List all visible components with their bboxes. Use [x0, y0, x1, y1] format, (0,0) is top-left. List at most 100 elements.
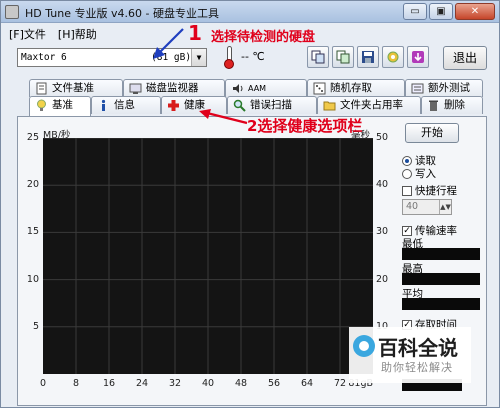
title-bar: HD Tune 专业版 v4.60 - 硬盘专业工具 ▭ ▣ ✕ — [1, 1, 499, 23]
baike-logo-icon — [353, 335, 375, 357]
y-tick-right: 20 — [376, 273, 389, 285]
tab-random-access[interactable]: 随机存取 — [307, 79, 405, 97]
menu-bar: [F]文件 [H]帮助 — [9, 26, 97, 42]
info-icon — [101, 99, 106, 111]
start-button[interactable]: 开始 — [405, 123, 459, 143]
options-icon — [387, 51, 399, 63]
y-tick-left: 20 — [26, 179, 39, 191]
watermark-title: 百科全说 — [378, 336, 458, 360]
x-tick: 32 — [168, 378, 182, 389]
trash-icon — [429, 100, 438, 111]
tab-label: 基准 — [52, 99, 73, 111]
radio-dot[interactable] — [402, 168, 412, 179]
short-stroke-checkbox[interactable]: 快捷行程 — [402, 183, 457, 198]
write-label: 写入 — [415, 168, 436, 180]
arrow-to-drive-icon — [153, 28, 184, 59]
max-value-box — [402, 273, 480, 285]
disk-monitor-icon — [129, 83, 142, 94]
temperature-readout: -- ℃ — [241, 50, 265, 63]
tab-extra-tests[interactable]: 额外测试 — [405, 79, 483, 97]
x-tick: 64 — [300, 378, 314, 389]
drive-name: Maxtor 6 — [21, 52, 67, 63]
tab-aam[interactable]: AAM — [225, 79, 307, 97]
random-access-icon — [313, 82, 326, 95]
exit-button[interactable]: 退出 — [443, 46, 487, 70]
benchmark-icon — [37, 99, 46, 111]
chevron-down-icon[interactable]: ▼ — [191, 49, 206, 66]
x-tick: 0 — [39, 378, 47, 389]
speaker-icon — [233, 84, 243, 93]
checkbox-box[interactable] — [402, 185, 412, 196]
menu-help[interactable]: [H]帮助 — [58, 26, 97, 42]
radio-dot[interactable] — [402, 155, 412, 166]
file-benchmark-icon — [36, 82, 47, 95]
y-tick-right: 50 — [376, 132, 389, 143]
step1-text: 选择待检测的硬盘 — [211, 30, 316, 45]
close-button[interactable]: ✕ — [455, 3, 495, 20]
arrow-to-health-icon — [199, 109, 248, 125]
minimize-button[interactable]: ▭ — [403, 3, 427, 20]
watermark-subtitle: 助你轻松解决 — [381, 361, 453, 374]
health-cross-icon — [168, 100, 179, 111]
x-tick: 48 — [234, 378, 248, 389]
download-button[interactable] — [407, 46, 429, 68]
min-value-box — [402, 248, 480, 260]
toolbar: Maxtor 6 (81 gB) ▼ -- ℃ 退出 — [1, 43, 499, 73]
tab-label: 文件夹占用率 — [340, 99, 403, 111]
x-tick: 40 — [201, 378, 215, 389]
tab-label: 额外测试 — [428, 82, 470, 94]
tab-label: AAM — [248, 84, 267, 93]
tab-label: 随机存取 — [330, 82, 372, 94]
extra-tests-icon — [411, 83, 424, 94]
short-stroke-label: 快捷行程 — [415, 185, 457, 197]
step1-number: 1 — [188, 21, 202, 45]
window-controls: ▭ ▣ ✕ — [403, 3, 495, 20]
folder-icon — [323, 101, 336, 111]
maximize-button[interactable]: ▣ — [429, 3, 453, 20]
y-tick-left: 5 — [32, 320, 39, 332]
benchmark-chart — [43, 138, 373, 374]
avg-value-box — [402, 298, 480, 310]
y-tick-left: 10 — [26, 273, 39, 285]
y-tick-right: 40 — [376, 179, 389, 191]
window-title: HD Tune 专业版 v4.60 - 硬盘专业工具 — [25, 7, 219, 20]
x-tick: 72 — [333, 378, 347, 389]
chart-area — [43, 138, 373, 374]
checkbox-box[interactable]: ✓ — [402, 225, 412, 236]
tab-label: 错误扫描 — [250, 99, 292, 111]
app-icon — [5, 5, 19, 19]
x-tick: 24 — [135, 378, 149, 389]
tab-benchmark[interactable]: 基准 — [29, 96, 91, 116]
copy-button[interactable] — [307, 46, 329, 68]
short-stroke-value: 40 — [406, 201, 419, 212]
step2-text: 2选择健康选项栏 — [247, 117, 363, 135]
copy-all-button[interactable] — [332, 46, 354, 68]
x-tick: 8 — [72, 378, 80, 389]
menu-file[interactable]: [F]文件 — [9, 26, 46, 42]
copy-icon — [311, 50, 325, 64]
tab-delete[interactable]: 删除 — [421, 96, 483, 114]
tab-label: 文件基准 — [52, 82, 94, 94]
x-tick: 56 — [267, 378, 281, 389]
y-tick-left: 15 — [26, 226, 39, 238]
save-icon — [362, 51, 374, 63]
spinner-arrows-icon[interactable]: ▲▼ — [439, 200, 451, 214]
hdtune-window: HD Tune 专业版 v4.60 - 硬盘专业工具 ▭ ▣ ✕ [F]文件 [… — [0, 0, 500, 408]
y-tick-left: 25 — [26, 132, 39, 143]
copy-all-icon — [336, 50, 350, 64]
write-radio[interactable]: 写入 — [402, 166, 436, 181]
tab-label: 信息 — [114, 99, 135, 111]
thermometer-icon — [223, 46, 235, 69]
tab-label: 删除 — [444, 99, 465, 111]
short-stroke-spinner[interactable]: 40 ▲▼ — [402, 199, 452, 215]
x-tick: 16 — [102, 378, 116, 389]
tab-info[interactable]: 信息 — [91, 96, 161, 114]
tab-file-benchmark[interactable]: 文件基准 — [29, 79, 123, 97]
y-tick-right: 30 — [376, 226, 389, 238]
save-button[interactable] — [357, 46, 379, 68]
options-button[interactable] — [382, 46, 404, 68]
download-icon — [412, 51, 424, 63]
tab-folder-usage[interactable]: 文件夹占用率 — [317, 96, 421, 114]
tab-label: 磁盘监视器 — [146, 82, 199, 94]
tab-disk-monitor[interactable]: 磁盘监视器 — [123, 79, 225, 97]
